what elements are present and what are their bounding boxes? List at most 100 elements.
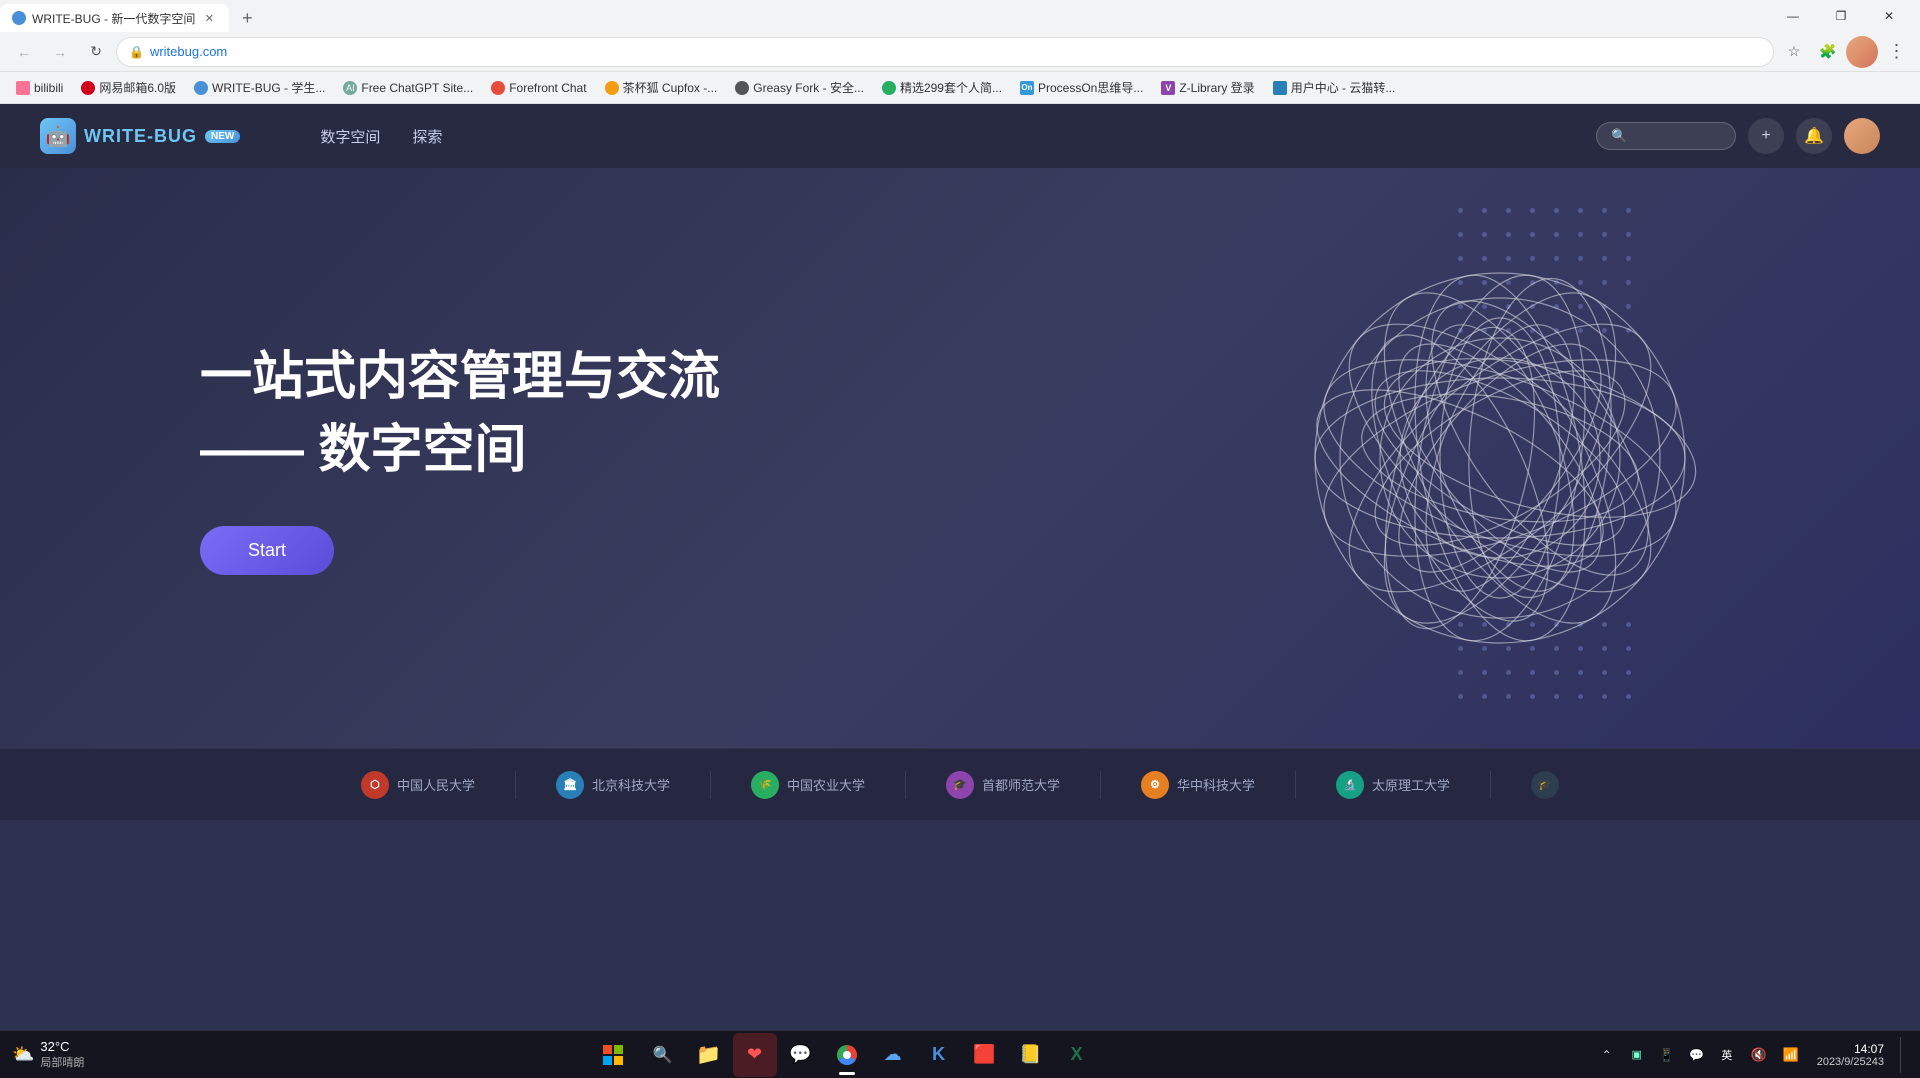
add-button[interactable]: + xyxy=(1748,118,1784,154)
explorer-icon: 📁 xyxy=(696,1042,721,1067)
uni-ag-china[interactable]: 🌾 中国农业大学 xyxy=(711,771,906,799)
logo-area[interactable]: 🤖 WRITE-BUG NEW xyxy=(40,118,240,154)
minimize-button[interactable]: — xyxy=(1770,0,1816,32)
windows-logo-icon xyxy=(603,1045,623,1065)
taskbar-app-notes[interactable]: 📒 xyxy=(1009,1033,1053,1077)
weather-widget[interactable]: ⛅ 32°C 局部晴朗 xyxy=(0,1039,96,1070)
tray-network[interactable]: 📶 xyxy=(1777,1041,1805,1069)
nav-digital-space[interactable]: 数字空间 xyxy=(320,122,380,151)
address-bar: ← → ↻ 🔒 writebug.com ☆ 🧩 ⋮ xyxy=(0,32,1920,72)
taskbar-app-red[interactable]: ❤ xyxy=(733,1033,777,1077)
tray-mute[interactable]: 🔇 xyxy=(1745,1041,1773,1069)
wechat-icon: 💬 xyxy=(789,1044,811,1065)
bookmark-chatgpt[interactable]: AI Free ChatGPT Site... xyxy=(335,78,481,98)
extension-puzzle-icon[interactable]: 🧩 xyxy=(1812,36,1844,68)
bookmark-greasyfork[interactable]: Greasy Fork - 安全... xyxy=(727,76,872,99)
taskbar-app-wechat[interactable]: 💬 xyxy=(779,1033,823,1077)
forward-button[interactable]: → xyxy=(44,36,76,68)
url-text: writebug.com xyxy=(150,44,1761,59)
taskbar-clock[interactable]: 14:07 2023/9/25243 xyxy=(1809,1042,1892,1068)
header-search-box[interactable]: 🔍 xyxy=(1596,122,1736,150)
hero-title: 一站式内容管理与交流 —— 数字空间 xyxy=(200,341,720,487)
taskbar-app-red-square[interactable]: 🟥 xyxy=(963,1033,1007,1077)
bookmark-processon[interactable]: On ProcessOn思维导... xyxy=(1012,76,1151,99)
red-square-icon: 🟥 xyxy=(973,1044,995,1065)
bookmark-resume[interactable]: 精选299套个人简... xyxy=(874,76,1010,99)
url-bar[interactable]: 🔒 writebug.com xyxy=(116,37,1774,67)
tab-title: WRITE-BUG - 新一代数字空间 xyxy=(32,10,195,27)
reload-button[interactable]: ↻ xyxy=(80,36,112,68)
uni-more[interactable]: 🎓 xyxy=(1491,771,1599,799)
address-actions: ☆ 🧩 ⋮ xyxy=(1778,36,1912,68)
uni-beijing-tech[interactable]: 🏛 北京科技大学 xyxy=(516,771,711,799)
uni-hust-name: 华中科技大学 xyxy=(1177,775,1255,794)
hero-title-line2: —— 数字空间 xyxy=(200,414,720,487)
notification-button[interactable]: 🔔 xyxy=(1796,118,1832,154)
bookmark-forefront[interactable]: Forefront Chat xyxy=(483,78,594,98)
bookmark-forefront-label: Forefront Chat xyxy=(509,81,586,95)
tray-app2[interactable]: 📱 xyxy=(1653,1041,1681,1069)
user-avatar[interactable] xyxy=(1844,118,1880,154)
start-button[interactable]: Start xyxy=(200,526,334,575)
new-tab-button[interactable]: + xyxy=(233,4,261,32)
browser-chrome: WRITE-BUG - 新一代数字空间 ✕ + — ❐ ✕ ← → ↻ 🔒 wr… xyxy=(0,0,1920,104)
uni-more-logo: 🎓 xyxy=(1531,771,1559,799)
usercenter-favicon xyxy=(1273,81,1287,95)
bookmark-writebug[interactable]: WRITE-BUG - 学生... xyxy=(186,76,333,99)
zlibrary-favicon: V xyxy=(1161,81,1175,95)
taskbar-search-button[interactable]: 🔍 xyxy=(641,1033,685,1077)
close-button[interactable]: ✕ xyxy=(1866,0,1912,32)
processon-favicon: On xyxy=(1020,81,1034,95)
tray-lang[interactable]: 英 xyxy=(1713,1041,1741,1069)
uni-taiyuan[interactable]: 🔬 太原理工大学 xyxy=(1296,771,1491,799)
weather-desc: 局部晴朗 xyxy=(40,1054,84,1070)
taskbar-app-chrome[interactable] xyxy=(825,1033,869,1077)
bookmark-zlibrary-label: Z-Library 登录 xyxy=(1179,79,1254,96)
bookmark-usercenter[interactable]: 用户中心 - 云猫转... xyxy=(1265,76,1404,99)
taskbar-app-blue-k[interactable]: K xyxy=(917,1033,961,1077)
profile-avatar[interactable] xyxy=(1846,36,1878,68)
weather-icon: ⛅ xyxy=(12,1044,34,1065)
uni-taiyuan-logo: 🔬 xyxy=(1336,771,1364,799)
tray-chevron[interactable]: ⌃ xyxy=(1593,1041,1621,1069)
weather-info: 32°C 局部晴朗 xyxy=(40,1039,84,1070)
cloud-icon: ☁ xyxy=(884,1044,902,1065)
uni-capitalnormal-name: 首都师范大学 xyxy=(982,775,1060,794)
header-right: 🔍 + 🔔 xyxy=(1596,118,1880,154)
uni-renmin[interactable]: ⬡ 中国人民大学 xyxy=(321,771,516,799)
bookmarks-bar: bilibili 网易邮箱6.0版 WRITE-BUG - 学生... AI F… xyxy=(0,72,1920,104)
greasyfork-favicon xyxy=(735,81,749,95)
bookmark-star-icon[interactable]: ☆ xyxy=(1778,36,1810,68)
taskbar-right: ⌃ ▣ 📱 💬 英 🔇 📶 14:07 2023/9/25243 xyxy=(1593,1037,1920,1073)
bookmark-greasyfork-label: Greasy Fork - 安全... xyxy=(753,79,864,96)
uni-hust[interactable]: ⚙ 华中科技大学 xyxy=(1101,771,1296,799)
uni-capital-normal[interactable]: 🎓 首都师范大学 xyxy=(906,771,1101,799)
taskbar-app-cloud[interactable]: ☁ xyxy=(871,1033,915,1077)
tray-wechat[interactable]: 💬 xyxy=(1683,1041,1711,1069)
bookmark-zlibrary[interactable]: V Z-Library 登录 xyxy=(1153,76,1262,99)
taskbar-explorer-button[interactable]: 📁 xyxy=(687,1033,731,1077)
uni-hust-logo: ⚙ xyxy=(1141,771,1169,799)
maximize-button[interactable]: ❐ xyxy=(1818,0,1864,32)
tab-close-button[interactable]: ✕ xyxy=(201,10,217,26)
bookmark-resume-label: 精选299套个人简... xyxy=(900,79,1002,96)
new-badge: NEW xyxy=(205,130,240,143)
start-menu-button[interactable] xyxy=(591,1033,635,1077)
bookmark-bilibili[interactable]: bilibili xyxy=(8,78,71,98)
geometric-illustration xyxy=(1280,238,1720,678)
nav-explore[interactable]: 探索 xyxy=(412,122,442,151)
taskbar-app-excel[interactable]: X xyxy=(1055,1033,1099,1077)
uni-beitech-logo: 🏛 xyxy=(556,771,584,799)
notes-icon: 📒 xyxy=(1019,1044,1041,1065)
security-lock-icon: 🔒 xyxy=(129,45,144,59)
bookmark-netease[interactable]: 网易邮箱6.0版 xyxy=(73,76,184,99)
uni-renmin-logo: ⬡ xyxy=(361,771,389,799)
bookmark-usercenter-label: 用户中心 - 云猫转... xyxy=(1291,79,1396,96)
back-button[interactable]: ← xyxy=(8,36,40,68)
show-desktop-button[interactable] xyxy=(1900,1037,1908,1073)
bookmark-cupfox[interactable]: 茶杯狐 Cupfox -... xyxy=(597,76,726,99)
active-tab[interactable]: WRITE-BUG - 新一代数字空间 ✕ xyxy=(0,4,229,32)
bookmark-netease-label: 网易邮箱6.0版 xyxy=(99,79,176,96)
more-options-button[interactable]: ⋮ xyxy=(1880,36,1912,68)
tray-app1[interactable]: ▣ xyxy=(1623,1041,1651,1069)
